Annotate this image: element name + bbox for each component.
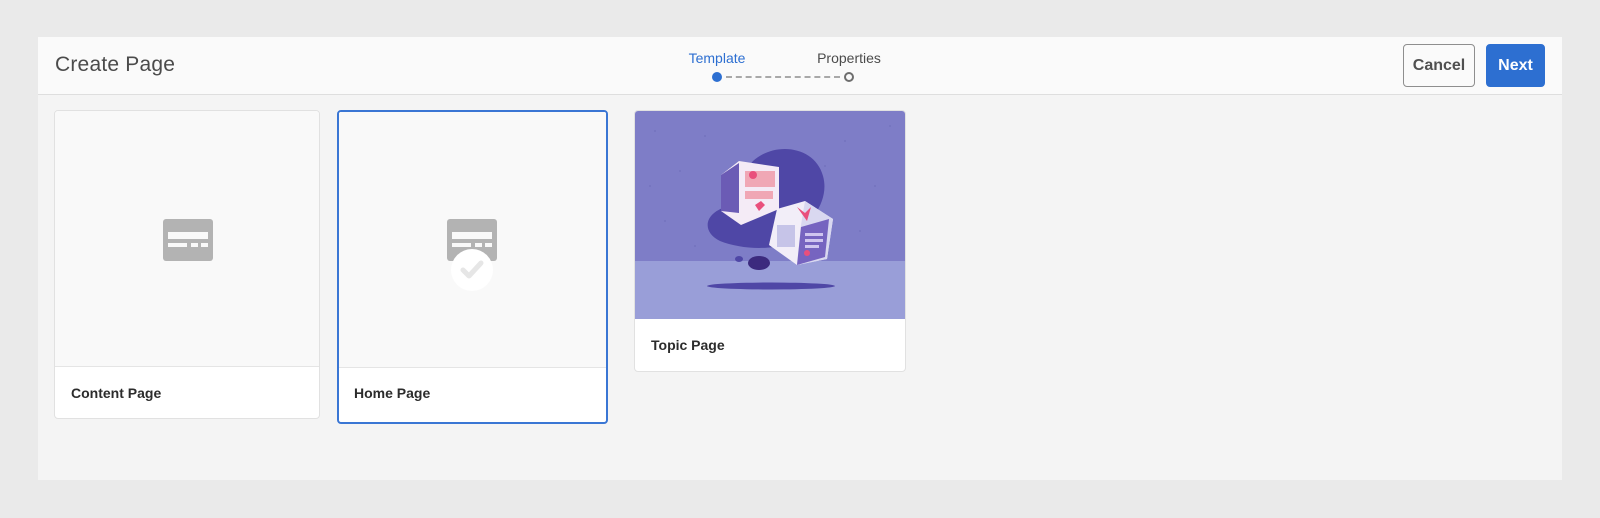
next-button[interactable]: Next [1486,44,1545,87]
floating-cubes-illustration [635,111,905,319]
template-thumbnail [339,112,606,368]
wizard-steps: Template Properties [38,37,1562,94]
template-card-content-page[interactable]: Content Page [54,110,320,419]
step-template-indicator [712,72,722,82]
checkmark-icon [451,249,493,291]
step-properties-indicator [844,72,854,82]
template-card-topic-page[interactable]: Topic Page [634,110,906,372]
template-card-label: Home Page [354,385,431,401]
template-thumbnail [55,111,319,367]
cancel-button[interactable]: Cancel [1403,44,1475,87]
template-card-home-page[interactable]: Home Page [337,110,608,424]
step-template-label[interactable]: Template [689,50,746,66]
dialog-header: Create Page Template Properties Cancel N… [38,37,1562,95]
template-card-label: Content Page [71,385,162,401]
create-page-dialog: Create Page Template Properties Cancel N… [38,37,1562,480]
step-connector [726,76,840,78]
step-properties-label[interactable]: Properties [817,50,881,66]
template-icon [163,219,213,261]
template-card-label: Topic Page [651,337,725,353]
